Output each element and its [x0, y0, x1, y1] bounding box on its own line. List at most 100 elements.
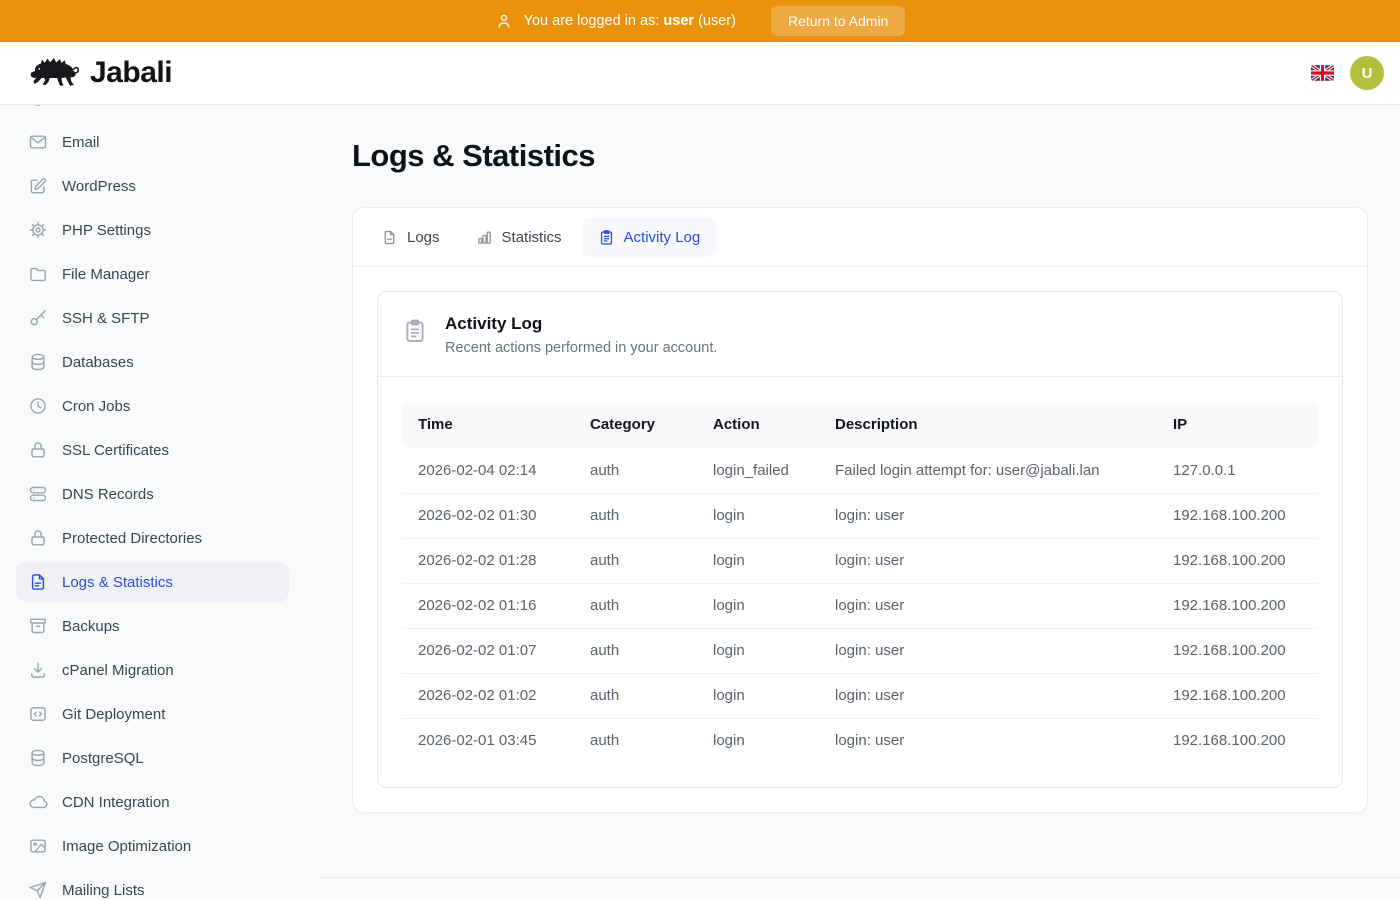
sidebar-item-label: WordPress: [62, 178, 136, 195]
database-icon: [28, 748, 48, 768]
clock-icon: [28, 396, 48, 416]
edit-icon: [28, 176, 48, 196]
cell-action: login: [713, 718, 835, 763]
cell-description: login: user: [835, 493, 1173, 538]
send-icon: [28, 880, 48, 900]
clipboard-icon: [402, 318, 428, 344]
cell-ip: 192.168.100.200: [1173, 628, 1318, 673]
table-header-row: TimeCategoryActionDescriptionIP: [402, 401, 1318, 448]
person-icon: [495, 12, 513, 30]
cell-ip: 192.168.100.200: [1173, 583, 1318, 628]
activity-log-subtitle: Recent actions performed in your account…: [445, 340, 717, 356]
sidebar-item-label: cPanel Migration: [62, 662, 174, 679]
column-header-time: Time: [402, 401, 590, 448]
sidebar-item-cpanel-migration[interactable]: cPanel Migration: [16, 650, 289, 690]
folder-icon: [28, 264, 48, 284]
archive-icon: [28, 616, 48, 636]
image-icon: [28, 836, 48, 856]
cell-time: 2026-02-02 01:07: [402, 628, 590, 673]
activity-log-table: TimeCategoryActionDescriptionIP 2026-02-…: [402, 401, 1318, 763]
brand-logo[interactable]: Jabali: [28, 50, 172, 97]
sidebar-item-label: Databases: [62, 354, 134, 371]
sidebar-item-cdn-integration[interactable]: CDN Integration: [16, 782, 289, 822]
table-row: 2026-02-02 01:02authloginlogin: user192.…: [402, 673, 1318, 718]
tab-statistics[interactable]: Statistics: [460, 217, 578, 257]
activity-log-title: Activity Log: [445, 314, 717, 334]
cell-time: 2026-02-02 01:30: [402, 493, 590, 538]
globe-icon: [28, 105, 48, 108]
brand-name: Jabali: [90, 56, 172, 90]
sidebar-item-ssl-certificates[interactable]: SSL Certificates: [16, 430, 289, 470]
gear-icon: [28, 220, 48, 240]
cell-action: login: [713, 538, 835, 583]
page-title: Logs & Statistics: [352, 138, 1368, 174]
file-icon: [381, 229, 398, 246]
code-icon: [28, 704, 48, 724]
tab-activity-log[interactable]: Activity Log: [582, 217, 717, 257]
cell-time: 2026-02-01 03:45: [402, 718, 590, 763]
language-flag-uk-icon[interactable]: [1311, 65, 1334, 81]
sidebar-item-label: PHP Settings: [62, 222, 151, 239]
download-icon: [28, 660, 48, 680]
sidebar-item-file-manager[interactable]: File Manager: [16, 254, 289, 294]
tab-logs[interactable]: Logs: [365, 217, 456, 257]
sidebar-item-mailing-lists[interactable]: Mailing Lists: [16, 870, 289, 900]
bar-chart-icon: [476, 229, 493, 246]
cell-category: auth: [590, 538, 713, 583]
sidebar-item-databases[interactable]: Databases: [16, 342, 289, 382]
cell-time: 2026-02-02 01:02: [402, 673, 590, 718]
sidebar-item-php-settings[interactable]: PHP Settings: [16, 210, 289, 250]
tab-logs-label: Logs: [407, 229, 440, 246]
user-avatar[interactable]: U: [1350, 56, 1384, 90]
sidebar-item-label: Logs & Statistics: [62, 574, 173, 591]
footer-divider: [320, 877, 1400, 878]
sidebar-item-label: Backups: [62, 618, 120, 635]
sidebar-item-label: Image Optimization: [62, 838, 191, 855]
lock-icon: [28, 528, 48, 548]
logged-in-message: You are logged in as: user (user): [524, 13, 736, 29]
boar-logo-icon: [28, 50, 82, 97]
sidebar-item-label: DNS Records: [62, 486, 154, 503]
admin-session-bar: You are logged in as: user (user) Return…: [0, 0, 1400, 42]
sidebar-item-backups[interactable]: Backups: [16, 606, 289, 646]
table-row: 2026-02-02 01:07authloginlogin: user192.…: [402, 628, 1318, 673]
lock-icon: [28, 440, 48, 460]
cell-ip: 192.168.100.200: [1173, 493, 1318, 538]
sidebar-item-wordpress[interactable]: WordPress: [16, 166, 289, 206]
cell-action: login_failed: [713, 448, 835, 493]
cell-category: auth: [590, 493, 713, 538]
cell-category: auth: [590, 673, 713, 718]
cell-ip: 192.168.100.200: [1173, 673, 1318, 718]
cell-description: login: user: [835, 538, 1173, 583]
column-header-ip: IP: [1173, 401, 1318, 448]
cell-action: login: [713, 673, 835, 718]
sidebar-item-logs-statistics[interactable]: Logs & Statistics: [16, 562, 289, 602]
cell-description: login: user: [835, 718, 1173, 763]
sidebar-item-label: SSL Certificates: [62, 442, 169, 459]
cell-category: auth: [590, 583, 713, 628]
logged-in-role: (user): [698, 13, 736, 29]
sidebar-item-image-optimization[interactable]: Image Optimization: [16, 826, 289, 866]
return-to-admin-button[interactable]: Return to Admin: [771, 6, 905, 36]
sidebar-item-cron-jobs[interactable]: Cron Jobs: [16, 386, 289, 426]
database-icon: [28, 352, 48, 372]
cell-description: login: user: [835, 673, 1173, 718]
cell-time: 2026-02-02 01:16: [402, 583, 590, 628]
table-row: 2026-02-02 01:28authloginlogin: user192.…: [402, 538, 1318, 583]
sidebar-item-dns-records[interactable]: DNS Records: [16, 474, 289, 514]
sidebar-item-unknown[interactable]: [16, 105, 289, 118]
key-icon: [28, 308, 48, 328]
sidebar-item-label: Cron Jobs: [62, 398, 130, 415]
sidebar-item-git-deployment[interactable]: Git Deployment: [16, 694, 289, 734]
sidebar-item-email[interactable]: Email: [16, 122, 289, 162]
sidebar-item-label: Protected Directories: [62, 530, 202, 547]
sidebar-item-label: Email: [62, 134, 100, 151]
sidebar-item-ssh-sftp[interactable]: SSH & SFTP: [16, 298, 289, 338]
sidebar-item-protected-directories[interactable]: Protected Directories: [16, 518, 289, 558]
sidebar-item-label: Git Deployment: [62, 706, 165, 723]
cell-action: login: [713, 628, 835, 673]
sidebar-item-label: CDN Integration: [62, 794, 170, 811]
document-icon: [28, 572, 48, 592]
sidebar-nav: EmailWordPressPHP SettingsFile ManagerSS…: [0, 105, 305, 900]
sidebar-item-postgresql[interactable]: PostgreSQL: [16, 738, 289, 778]
